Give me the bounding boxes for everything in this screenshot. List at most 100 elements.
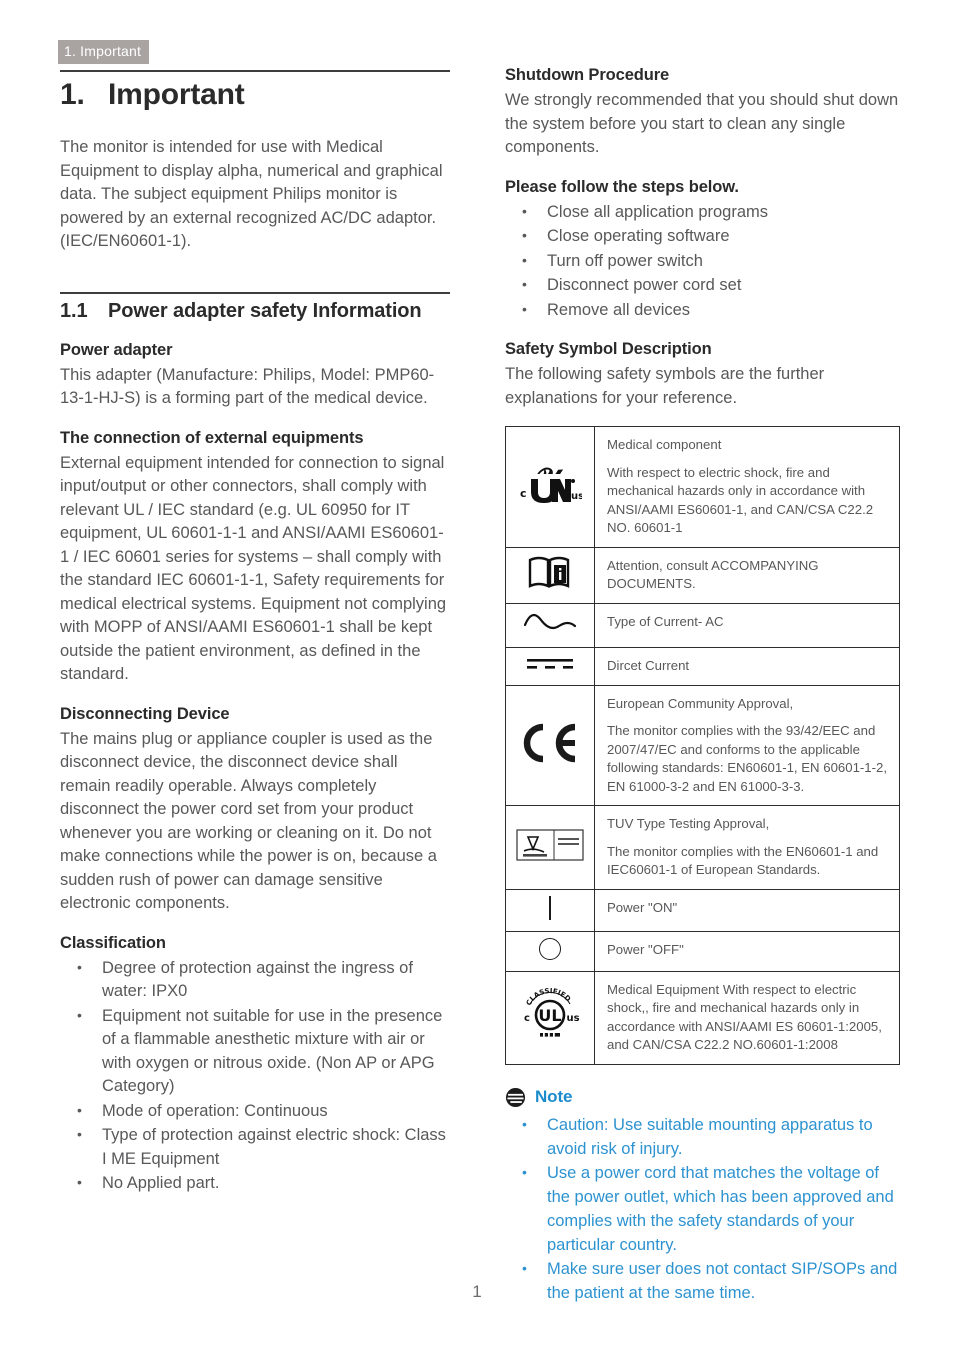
cell-line: Medical Equipment With respect to electr… [607, 981, 882, 1053]
cell-line: The monitor complies with the EN60601-1 … [607, 843, 879, 878]
list-item: Close all application programs [505, 200, 900, 225]
list-item: Degree of protection against the ingress… [60, 956, 450, 1004]
svg-text:us: us [571, 491, 582, 502]
list-item: Disconnect power cord set [505, 273, 900, 298]
list-item: Caution: Use suitable mounting apparatus… [505, 1112, 900, 1161]
tuv-rheinland-mark-glyph [516, 829, 584, 861]
section-number: 1.1 [60, 299, 88, 322]
cul-us-mark-glyph: c us [518, 473, 584, 504]
left-column: 1. Important The monitor is intended for … [60, 70, 450, 1210]
chapter-number: 1. [60, 78, 85, 111]
note-title: Note [535, 1087, 573, 1106]
svg-text:CLASSIFIED: CLASSIFIED [525, 987, 573, 1007]
list-item: Turn off power switch [505, 249, 900, 274]
safety-symbol-table: c𝓤us c us [505, 426, 900, 1065]
ul-classified-mark-icon: UL c us CLASSIFIED [505, 970, 595, 1065]
list-item: Use a power cord that matches the voltag… [505, 1160, 900, 1257]
shutdown-steps-list: Close all application programs Close ope… [505, 200, 900, 323]
table-row: TUV Type Testing Approval, The monitor c… [505, 805, 900, 890]
cell-line: TUV Type Testing Approval, [607, 816, 770, 831]
list-item: Mode of operation: Continuous [60, 1099, 450, 1124]
classification-list: Degree of protection against the ingress… [60, 956, 450, 1196]
cell-line: European Community Approval, [607, 695, 794, 711]
running-header-tag: 1. Important [58, 40, 150, 64]
safety-symbol-description-heading: Safety Symbol Description [505, 340, 712, 358]
ul-classified-mark-glyph: UL c us CLASSIFIED [524, 987, 580, 1037]
list-item: Close operating software [505, 224, 900, 249]
svg-text:us: us [566, 1013, 579, 1024]
power-on-glyph [549, 895, 551, 920]
power-on-icon [505, 888, 595, 932]
list-item: Type of protection against electric shoc… [60, 1123, 450, 1171]
table-cell-description: Dircet Current [594, 646, 900, 686]
safety-symbol-intro-paragraph: The following safety symbols are the fur… [505, 365, 825, 407]
shutdown-procedure-paragraph: We strongly recommended that you should … [505, 91, 899, 156]
external-equipment-heading: The connection of external equipments [60, 428, 364, 447]
list-item: No Applied part. [60, 1171, 450, 1196]
cell-line: With respect to electric shock, fire and… [607, 464, 874, 536]
table-row: c𝓤us c us [505, 426, 900, 548]
cell-line: Attention, consult ACCOMPANYING DOCUMENT… [607, 557, 819, 592]
steps-heading: Please follow the steps below. [505, 177, 739, 196]
cell-line: The monitor complies with the 93/42/EEC … [607, 723, 888, 794]
table-cell-description: Medical Equipment With respect to electr… [594, 970, 900, 1065]
power-adapter-paragraph: This adapter (Manufacture: Philips, Mode… [60, 365, 435, 408]
chapter-intro-paragraph: The monitor is intended for use with Med… [60, 138, 443, 250]
table-cell-description: Medical component With respect to electr… [594, 426, 900, 548]
classification-heading: Classification [60, 933, 166, 952]
table-row: UL c us CLASSIFIED Medical Equipment Wit… [505, 970, 900, 1065]
direct-current-icon [505, 646, 595, 686]
table-row: Power "ON" [505, 888, 900, 932]
table-row: Dircet Current [505, 646, 900, 686]
cul-us-mark-icon: c𝓤us c us [505, 426, 595, 548]
cell-line: Dircet Current [607, 657, 690, 673]
right-column: Shutdown Procedure We strongly recommend… [505, 66, 900, 1305]
table-row: Power "OFF" [505, 930, 900, 972]
cell-line: Medical component [607, 437, 722, 452]
ce-mark-glyph [523, 723, 576, 762]
note-list: Caution: Use suitable mounting apparatus… [505, 1112, 900, 1305]
direct-current-glyph [527, 658, 573, 669]
table-cell-description: Power "OFF" [594, 930, 900, 972]
cell-line: Power "ON" [607, 899, 678, 915]
table-cell-description: Type of Current- AC [594, 602, 900, 648]
table-row: European Community Approval, The monitor… [505, 684, 900, 806]
svg-text:c: c [520, 487, 527, 500]
svg-text:c: c [524, 1013, 530, 1024]
tuv-rheinland-mark-icon [505, 805, 595, 890]
alternating-current-glyph [523, 613, 577, 629]
shutdown-procedure-heading: Shutdown Procedure [505, 66, 670, 84]
table-row: Type of Current- AC [505, 602, 900, 648]
table-cell-description: Attention, consult ACCOMPANYING DOCUMENT… [594, 546, 900, 604]
table-cell-description: European Community Approval, The monitor… [594, 684, 900, 806]
page-number: 1 [472, 1282, 482, 1301]
chapter-rule [60, 70, 450, 72]
note-header: Note [505, 1087, 900, 1108]
power-adapter-heading: Power adapter [60, 340, 173, 359]
consult-documents-glyph [528, 556, 570, 588]
document-page: 1. Important 1. Important The monitor is … [0, 0, 954, 1354]
section-heading: 1.1 Power adapter safety Information [60, 300, 450, 323]
section-title: Power adapter safety Information [108, 299, 422, 322]
svg-text:UL: UL [538, 1006, 561, 1025]
cell-line: Type of Current- AC [607, 613, 724, 629]
disconnecting-device-paragraph: The mains plug or appliance coupler is u… [60, 729, 437, 913]
list-item: Equipment not suitable for use in the pr… [60, 1004, 450, 1099]
ce-mark-icon [505, 684, 595, 806]
alternating-current-icon [505, 602, 595, 648]
table-cell-description: Power "ON" [594, 888, 900, 932]
chapter-heading: 1. Important [60, 78, 450, 112]
chapter-title: Important [108, 78, 245, 111]
power-off-glyph [539, 937, 561, 960]
note-bubble-icon [505, 1087, 526, 1107]
table-cell-description: TUV Type Testing Approval, The monitor c… [594, 805, 900, 890]
table-row: Attention, consult ACCOMPANYING DOCUMENT… [505, 546, 900, 604]
cell-line: Power "OFF" [607, 941, 684, 957]
consult-documents-icon [505, 546, 595, 604]
power-off-icon [505, 930, 595, 972]
external-equipment-paragraph: External equipment intended for connecti… [60, 453, 447, 684]
section-rule [60, 291, 450, 294]
disconnecting-device-heading: Disconnecting Device [60, 704, 230, 723]
note-block: Note Caution: Use suitable mounting appa… [505, 1087, 900, 1305]
list-item: Remove all devices [505, 298, 900, 323]
